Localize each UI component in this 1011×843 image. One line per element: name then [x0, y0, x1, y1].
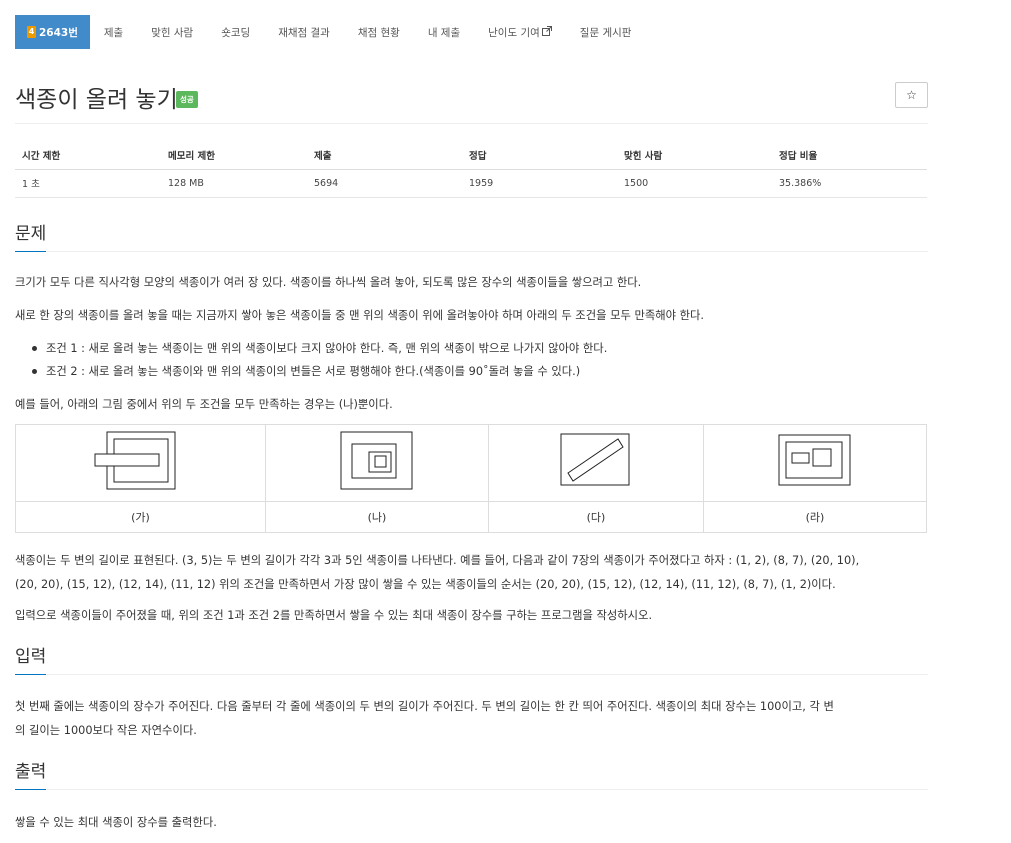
info-header-time: 시간 제한 [15, 141, 161, 170]
figure-image-row [15, 424, 927, 502]
input-section-title: 입력 [15, 645, 47, 675]
nav-status[interactable]: 채점 현황 [344, 15, 414, 49]
description-paragraph-4-line-2: (20, 20), (15, 12), (12, 14), (11, 12) 위… [15, 578, 836, 591]
condition-item-1: 조건 1 : 새로 올려 놓는 색종이는 맨 위의 색종이보다 크지 않아야 한… [15, 337, 915, 360]
description-paragraph-2: 새로 한 장의 색종이를 올려 놓을 때는 지금까지 쌓아 놓은 색종이들 중 … [15, 309, 704, 322]
figure-da-image [560, 433, 630, 486]
figure-label-na: (나) [265, 501, 489, 533]
info-header-ratio: 정답 비율 [772, 141, 927, 170]
nav-submit[interactable]: 제출 [90, 15, 137, 49]
favorite-button[interactable]: ☆ [895, 82, 928, 108]
info-solved[interactable]: 1500 [617, 169, 772, 198]
figure-label-da: (다) [488, 501, 704, 533]
nav-short-coding[interactable]: 숏코딩 [207, 15, 264, 49]
star-icon: ☆ [906, 88, 917, 102]
info-header-solved: 맞힌 사람 [617, 141, 772, 170]
info-header-accepted: 정답 [462, 141, 617, 170]
figure-ra-image [778, 434, 851, 486]
info-header-row: 시간 제한 메모리 제한 제출 정답 맞힌 사람 정답 비율 [15, 141, 927, 170]
figure-cell-da [488, 424, 704, 502]
description-paragraph-5: 입력으로 색종이들이 주어졌을 때, 위의 조건 1과 조건 2를 만족하면서 … [15, 609, 653, 622]
problem-info-table: 시간 제한 메모리 제한 제출 정답 맞힌 사람 정답 비율 1 초 128 M… [15, 141, 927, 198]
figure-ga-image [94, 431, 175, 490]
info-header-submissions: 제출 [307, 141, 462, 170]
description-paragraph-4-line-1: 색종이는 두 변의 길이로 표현된다. (3, 5)는 두 변의 길이가 각각 … [15, 554, 860, 567]
problem-section-header: 문제 [15, 222, 928, 252]
info-accepted: 1959 [462, 169, 617, 198]
nav-problem-number-label: 2643번 [39, 26, 78, 39]
nav-solved-users[interactable]: 맞힌 사람 [137, 15, 207, 49]
input-description-line-1: 첫 번째 줄에는 색종이의 장수가 주어진다. 다음 줄부터 각 줄에 색종이의… [15, 700, 834, 713]
description-paragraph-1: 크기가 모두 다른 직사각형 모양의 색종이가 여러 장 있다. 색종이를 하나… [15, 276, 642, 289]
problem-section-title: 문제 [15, 222, 47, 252]
figure-label-ga: (가) [15, 501, 266, 533]
condition-item-2: 조건 2 : 새로 올려 놓는 색종이와 맨 위의 색종이의 변들은 서로 평행… [15, 360, 915, 383]
nav-board[interactable]: 질문 게시판 [566, 15, 646, 49]
figure-cell-na [265, 424, 489, 502]
info-header-memory: 메모리 제한 [161, 141, 307, 170]
output-section-header: 출력 [15, 760, 928, 790]
page-title: 색종이 올려 놓기 [15, 87, 178, 113]
problem-nav: 4 2643번 제출 맞힌 사람 숏코딩 재채점 결과 채점 현황 내 제출 난… [15, 15, 645, 49]
nav-difficulty-label: 난이도 기여 [488, 26, 540, 39]
info-submissions[interactable]: 5694 [307, 169, 462, 198]
info-value-row: 1 초 128 MB 5694 1959 1500 35.386% [15, 169, 927, 198]
figure-cell-ga [15, 424, 266, 502]
input-description-line-2: 의 길이는 1000보다 작은 자연수이다. [15, 724, 197, 737]
info-time: 1 초 [15, 169, 161, 198]
figure-na-image [340, 431, 413, 490]
nav-my-submissions[interactable]: 내 제출 [414, 15, 474, 49]
nav-rejudge[interactable]: 재채점 결과 [264, 15, 344, 49]
example-figure-table: (가) (나) (다) (라) [15, 424, 927, 533]
figure-label-ra: (라) [703, 501, 927, 533]
figure-label-row: (가) (나) (다) (라) [15, 501, 927, 533]
nav-problem-number[interactable]: 4 2643번 [15, 15, 90, 49]
tier-icon: 4 [27, 26, 36, 38]
condition-list: 조건 1 : 새로 올려 놓는 색종이는 맨 위의 색종이보다 크지 않아야 한… [15, 337, 915, 383]
output-description: 쌓을 수 있는 최대 색종이 장수를 출력한다. [15, 816, 217, 829]
page-header: 색종이 올려 놓기 성공 ☆ [15, 78, 928, 124]
figure-cell-ra [703, 424, 927, 502]
output-section-title: 출력 [15, 760, 47, 790]
input-section-header: 입력 [15, 645, 928, 675]
info-memory: 128 MB [161, 169, 307, 198]
info-ratio: 35.386% [772, 169, 927, 198]
description-paragraph-3: 예를 들어, 아래의 그림 중에서 위의 두 조건을 모두 만족하는 경우는 (… [15, 398, 393, 411]
nav-difficulty[interactable]: 난이도 기여 [474, 15, 566, 49]
status-badge: 성공 [176, 91, 198, 108]
external-link-icon [541, 25, 552, 39]
